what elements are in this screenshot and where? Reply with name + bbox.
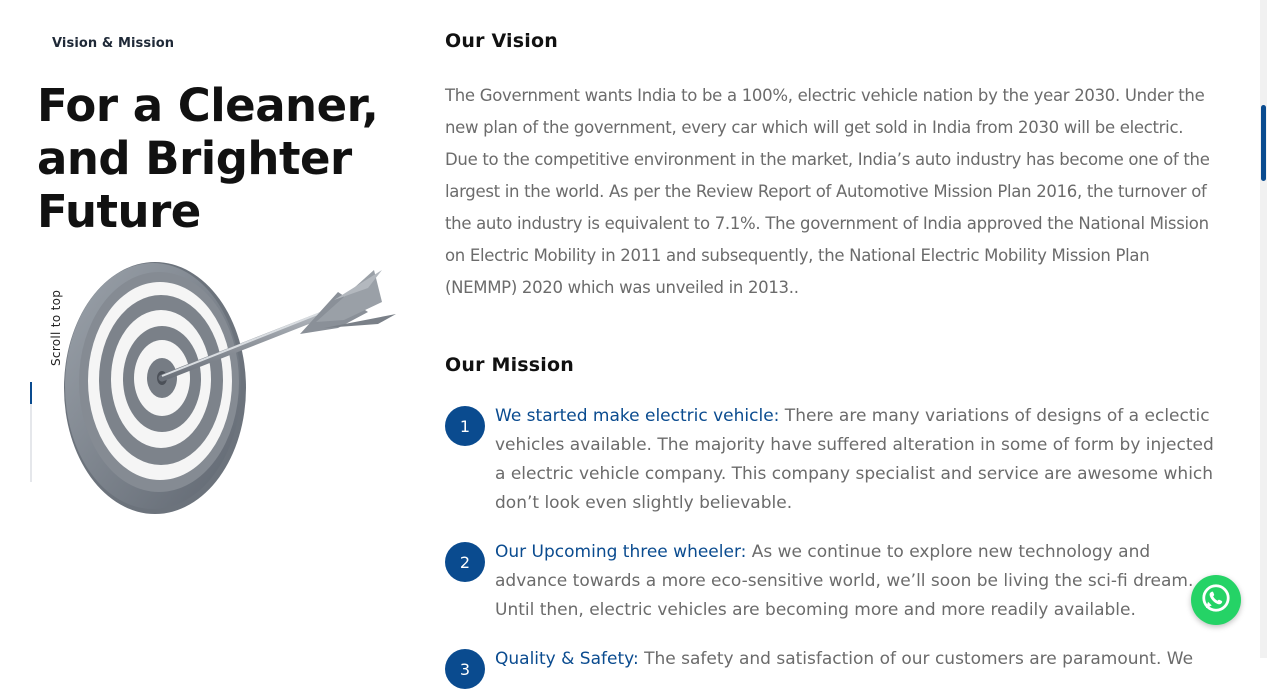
mission-item-lead: Our Upcoming three wheeler:	[495, 542, 747, 562]
mission-item-text: We started make electric vehicle: There …	[495, 402, 1217, 518]
left-column: Vision & Mission For a Cleaner, and Brig…	[0, 0, 420, 658]
mission-list: 1 We started make electric vehicle: Ther…	[445, 402, 1225, 694]
dartboard-arrow-image	[38, 258, 400, 514]
page-scrollbar[interactable]	[1260, 0, 1267, 658]
mission-number-badge: 3	[445, 649, 485, 689]
hero-title: For a Cleaner, and Brighter Future	[37, 79, 379, 238]
mission-number-badge: 1	[445, 406, 485, 446]
vision-paragraph: The Government wants India to be a 100%,…	[445, 86, 1210, 297]
mission-item: 2 Our Upcoming three wheeler: As we cont…	[445, 538, 1225, 625]
whatsapp-icon	[1199, 581, 1233, 619]
mission-item: 1 We started make electric vehicle: Ther…	[445, 402, 1225, 518]
vision-heading: Our Vision	[445, 30, 558, 52]
mission-item-text: Quality & Safety: The safety and satisfa…	[495, 645, 1217, 674]
page-scrollbar-thumb[interactable]	[1261, 105, 1266, 181]
scroll-progress-track	[30, 382, 32, 482]
scroll-progress-indicator	[30, 382, 32, 404]
section-eyebrow: Vision & Mission	[52, 36, 175, 51]
mission-item-body: The safety and satisfaction of our custo…	[638, 649, 1194, 669]
whatsapp-button[interactable]	[1191, 575, 1241, 625]
mission-heading: Our Mission	[445, 354, 574, 376]
mission-item-lead: We started make electric vehicle:	[495, 406, 780, 426]
content-column: Our Vision The Government wants India to…	[445, 0, 1225, 689]
mission-item: 3 Quality & Safety: The safety and satis…	[445, 645, 1225, 689]
mission-number-badge: 2	[445, 542, 485, 582]
mission-item-lead: Quality & Safety:	[495, 649, 639, 669]
mission-item-text: Our Upcoming three wheeler: As we contin…	[495, 538, 1217, 625]
